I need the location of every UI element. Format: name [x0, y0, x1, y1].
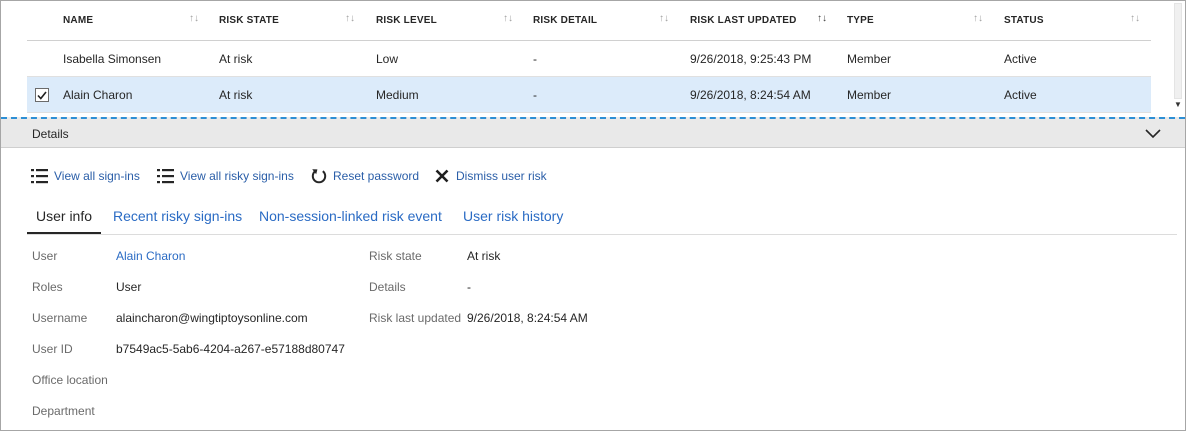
tab-divider [27, 234, 1177, 235]
sort-icon[interactable]: ↑↓ [503, 13, 513, 24]
cell-name: Alain Charon [63, 87, 133, 102]
checkmark-icon [37, 91, 47, 100]
refresh-icon [310, 167, 328, 185]
cell-type: Member [847, 87, 892, 102]
dismiss-user-risk-label: Dismiss user risk [456, 169, 547, 183]
row-checkbox[interactable] [35, 88, 49, 102]
cell-risk-level: Medium [376, 87, 419, 102]
scroll-down-arrow-icon[interactable]: ▼ [1172, 99, 1184, 111]
dismiss-user-risk-button[interactable]: Dismiss user risk [433, 166, 547, 186]
value-details: - [467, 280, 471, 294]
column-header-status[interactable]: STATUS [1004, 1, 1044, 40]
label-office-location: Office location [32, 373, 108, 387]
column-header-risk-last-updated[interactable]: RISK LAST UPDATED [690, 1, 797, 40]
cell-status: Active [1004, 51, 1037, 66]
risky-users-grid: NAME ↑↓ RISK STATE ↑↓ RISK LEVEL ↑↓ RISK… [27, 1, 1151, 113]
label-user-id: User ID [32, 342, 73, 356]
cell-risk-detail: - [533, 51, 537, 66]
column-header-type[interactable]: TYPE [847, 1, 874, 40]
column-header-name[interactable]: NAME [63, 1, 93, 40]
value-risk-state: At risk [467, 249, 501, 263]
value-risk-last-updated: 9/26/2018, 8:24:54 AM [467, 311, 588, 325]
chevron-down-icon[interactable] [1144, 126, 1162, 140]
view-all-risky-sign-ins-label: View all risky sign-ins [180, 169, 294, 183]
sort-icon[interactable]: ↑↓ [973, 13, 983, 24]
cell-risk-last-updated: 9/26/2018, 8:24:54 AM [690, 87, 811, 102]
cell-status: Active [1004, 87, 1037, 102]
cell-name: Isabella Simonsen [63, 51, 162, 66]
reset-password-button[interactable]: Reset password [310, 166, 419, 186]
value-roles: User [116, 280, 142, 294]
label-risk-last-updated: Risk last updated [369, 311, 462, 325]
risky-users-panel: NAME ↑↓ RISK STATE ↑↓ RISK LEVEL ↑↓ RISK… [0, 0, 1186, 431]
sort-icon[interactable]: ↑↓ [659, 13, 669, 24]
tab-user-info[interactable]: User info [27, 208, 102, 234]
close-icon [433, 167, 451, 185]
label-department: Department [32, 404, 95, 418]
reset-password-label: Reset password [333, 169, 420, 183]
table-row[interactable]: Isabella Simonsen At risk Low - 9/26/201… [27, 41, 1151, 77]
grid-header-row: NAME ↑↓ RISK STATE ↑↓ RISK LEVEL ↑↓ RISK… [27, 1, 1151, 41]
tab-user-risk-history[interactable]: User risk history [463, 208, 563, 234]
view-all-sign-ins-label: View all sign-ins [54, 169, 140, 183]
sort-descending-icon[interactable]: ↑↓ [817, 13, 827, 24]
grid-scrollbar-thumb[interactable] [1174, 3, 1182, 99]
sort-icon[interactable]: ↑↓ [345, 13, 355, 24]
label-risk-state: Risk state [369, 249, 422, 263]
value-username: alaincharon@wingtiptoysonline.com [116, 311, 308, 325]
value-user-link[interactable]: Alain Charon [116, 249, 185, 263]
column-header-risk-state[interactable]: RISK STATE [219, 1, 279, 40]
value-user-id: b7549ac5-5ab6-4204-a267-e57188d80747 [116, 342, 345, 356]
cell-risk-detail: - [533, 87, 537, 102]
label-details: Details [369, 280, 406, 294]
column-header-risk-detail[interactable]: RISK DETAIL [533, 1, 597, 40]
details-title: Details [32, 127, 69, 141]
view-all-sign-ins-button[interactable]: View all sign-ins [31, 166, 140, 186]
sort-icon[interactable]: ↑↓ [189, 13, 199, 24]
column-header-risk-level[interactable]: RISK LEVEL [376, 1, 437, 40]
cell-risk-last-updated: 9/26/2018, 9:25:43 PM [690, 51, 812, 66]
cell-risk-state: At risk [219, 87, 253, 102]
cell-risk-level: Low [376, 51, 399, 66]
sort-icon[interactable]: ↑↓ [1130, 13, 1140, 24]
list-icon [31, 167, 49, 185]
label-username: Username [32, 311, 88, 325]
label-user: User [32, 249, 58, 263]
table-row[interactable]: Alain Charon At risk Medium - 9/26/2018,… [27, 77, 1151, 113]
list-icon [157, 167, 175, 185]
tab-non-session-linked-risk-event[interactable]: Non-session-linked risk event [259, 208, 442, 234]
cell-risk-state: At risk [219, 51, 253, 66]
view-all-risky-sign-ins-button[interactable]: View all risky sign-ins [157, 166, 294, 186]
tab-recent-risky-sign-ins[interactable]: Recent risky sign-ins [113, 208, 242, 234]
cell-type: Member [847, 51, 892, 66]
details-section-header[interactable]: Details [1, 117, 1185, 148]
label-roles: Roles [32, 280, 63, 294]
